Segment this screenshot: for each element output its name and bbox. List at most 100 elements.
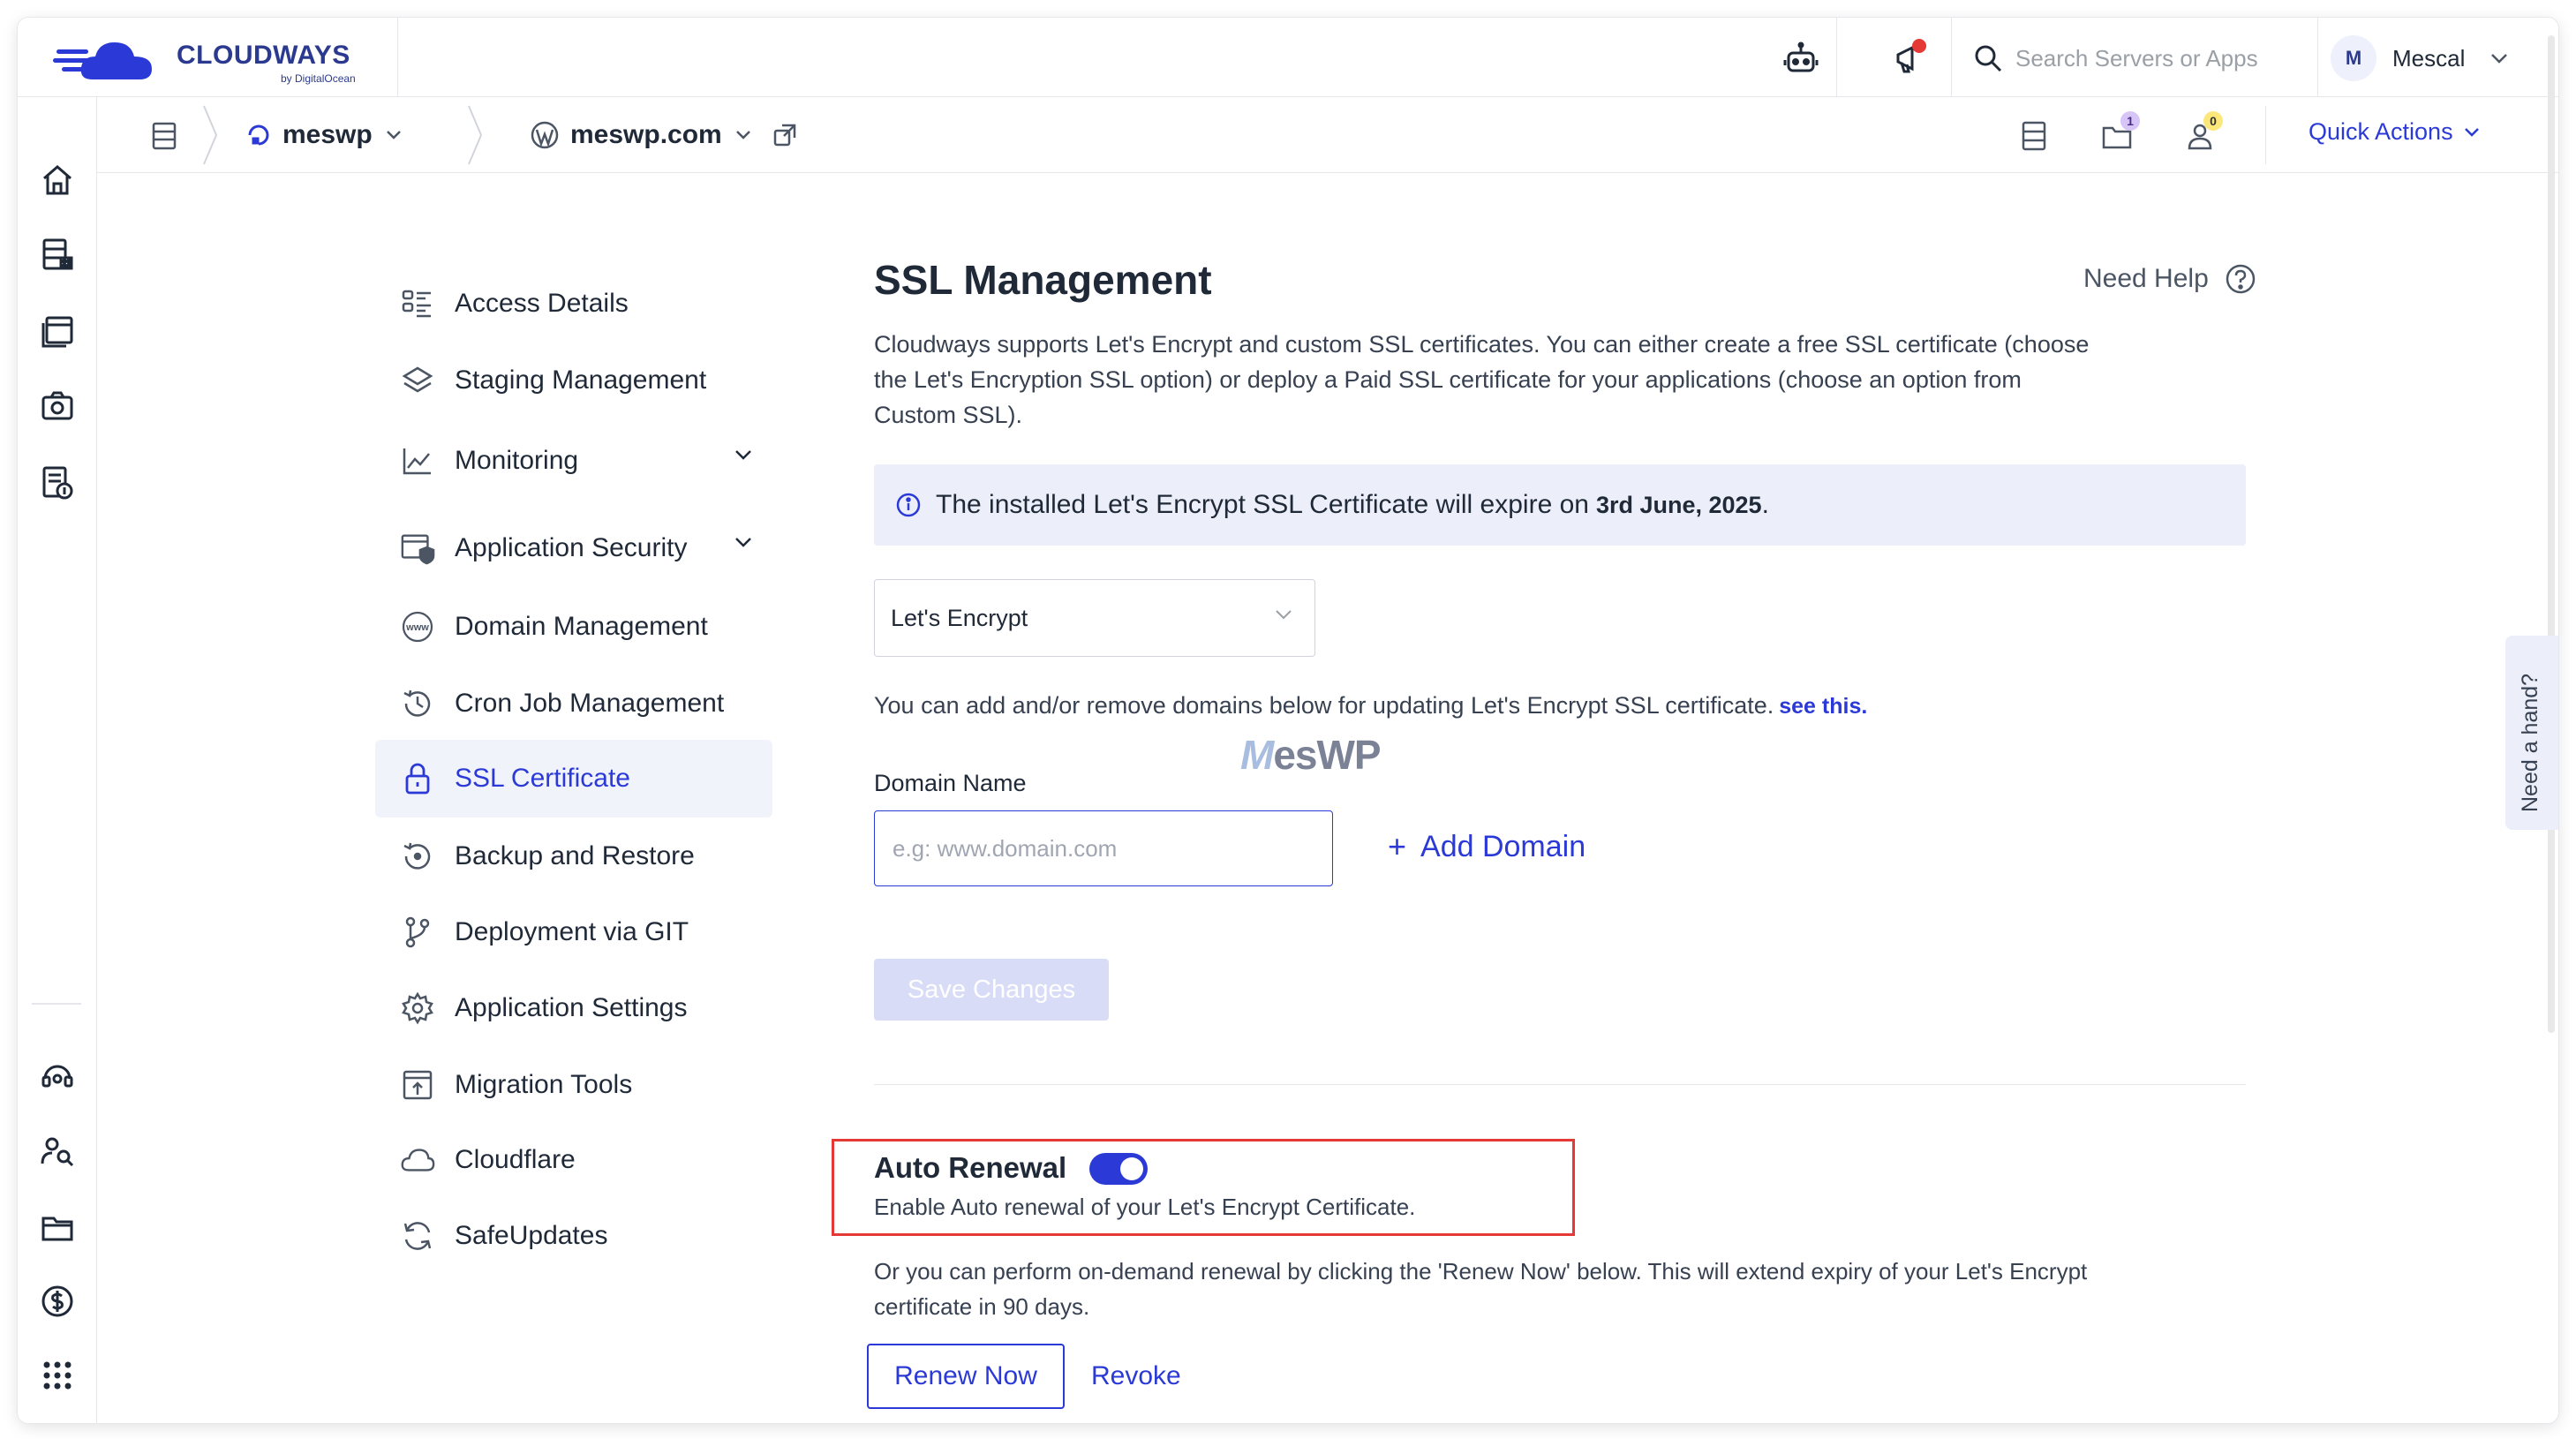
need-help-label: Need Help	[2083, 264, 2209, 293]
ssl-expiry-banner: The installed Let's Encrypt SSL Certific…	[874, 464, 2246, 546]
sidebar-item-monitoring[interactable]: Monitoring	[375, 422, 772, 500]
sidebar-item-staging-management[interactable]: Staging Management	[375, 342, 772, 419]
search-icon	[1975, 45, 2002, 72]
chevron-down-icon	[2464, 127, 2479, 137]
scrollbar[interactable]	[2548, 35, 2555, 1033]
toggle-knob	[1120, 1157, 1143, 1180]
support-icon[interactable]	[36, 1054, 79, 1096]
layers-icon	[400, 363, 435, 398]
need-a-hand-label: Need a hand?	[2518, 673, 2542, 812]
sidebar-item-migration-tools[interactable]: Migration Tools	[375, 1046, 772, 1124]
app-window: CLOUDWAYS by DigitalOcean Search Servers…	[18, 18, 2558, 1423]
intro-text: Cloudways supports Let's Encrypt and cus…	[874, 331, 2090, 428]
team-icon[interactable]	[36, 1130, 79, 1172]
nav-label: Domain Management	[455, 612, 708, 641]
watermark-m: M	[1240, 732, 1274, 778]
top-bar: CLOUDWAYS by DigitalOcean Search Servers…	[18, 18, 2558, 97]
revoke-link[interactable]: Revoke	[1091, 1361, 1181, 1391]
domain-input[interactable]	[874, 810, 1333, 886]
quick-actions-button[interactable]: Quick Actions	[2309, 118, 2480, 146]
expiry-period: .	[1761, 490, 1769, 519]
nav-label: Monitoring	[455, 446, 579, 475]
migration-icon	[400, 1067, 435, 1103]
server-name: meswp	[282, 120, 373, 149]
plus-icon: +	[1388, 828, 1407, 864]
sidebar-item-domain-management[interactable]: www Domain Management	[375, 588, 772, 666]
servers-icon[interactable]	[36, 233, 79, 275]
chevron-down-icon	[735, 538, 751, 547]
search-box[interactable]	[1973, 37, 2309, 79]
app-name: meswp.com	[570, 120, 722, 149]
users-badge: 0	[2203, 111, 2223, 131]
divider	[2317, 18, 2318, 97]
cloud-logo-icon	[53, 42, 152, 79]
server-stack-icon[interactable]	[2013, 115, 2055, 157]
sidebar-item-ssl-certificate[interactable]: SSL Certificate	[375, 740, 772, 817]
page-title: SSL Management	[874, 257, 1212, 303]
chevron-down-icon	[735, 131, 750, 139]
server-list-icon[interactable]	[143, 115, 185, 157]
folder-icon[interactable]	[36, 1206, 79, 1248]
cloudways-logo[interactable]: CLOUDWAYS by DigitalOcean	[53, 34, 388, 87]
digitalocean-icon	[248, 124, 269, 146]
sidebar-item-cloudflare[interactable]: Cloudflare	[375, 1121, 772, 1199]
shield-icon	[400, 531, 435, 566]
nav-label: Migration Tools	[455, 1070, 633, 1099]
nav-label: Application Settings	[455, 993, 688, 1022]
refresh-icon	[400, 1218, 435, 1254]
domains-note-text: You can add and/or remove domains below …	[874, 692, 1774, 719]
left-rail	[18, 97, 97, 1423]
apps-grid-icon[interactable]	[36, 1354, 79, 1397]
sidebar-item-cron-job-management[interactable]: Cron Job Management	[375, 665, 772, 742]
chevron-down-icon	[386, 131, 401, 139]
nav-label: SafeUpdates	[455, 1221, 608, 1250]
access-details-icon	[400, 286, 435, 321]
chevron-down-icon	[2491, 54, 2508, 64]
ssl-type-select[interactable]: Let's Encrypt	[874, 579, 1315, 657]
add-domain-button[interactable]: + Add Domain	[1388, 828, 1586, 865]
add-domain-label: Add Domain	[1420, 829, 1586, 863]
avatar: M	[2331, 35, 2376, 81]
need-a-hand-tab[interactable]: Need a hand?	[2505, 636, 2558, 830]
divider	[397, 18, 398, 97]
nav-label: Access Details	[455, 289, 629, 318]
announcement-icon[interactable]	[1889, 37, 1932, 79]
team-members-icon[interactable]: 0	[2179, 111, 2223, 157]
lock-icon	[400, 761, 435, 796]
need-help-link[interactable]: Need Help	[2083, 263, 2256, 295]
camera-icon[interactable]	[36, 385, 79, 427]
sidebar-item-application-security[interactable]: Application Security	[375, 509, 772, 587]
sidebar-item-access-details[interactable]: Access Details	[375, 265, 772, 343]
cloud-icon	[400, 1142, 435, 1178]
breadcrumb-app[interactable]: meswp.com	[530, 113, 798, 157]
sidebar-item-deployment-via-git[interactable]: Deployment via GIT	[375, 893, 772, 971]
help-circle-icon	[2226, 264, 2256, 294]
bot-icon[interactable]	[1780, 37, 1822, 79]
renew-note: Or you can perform on-demand renewal by …	[874, 1258, 2088, 1320]
user-menu[interactable]: M Mescal	[2331, 34, 2509, 83]
auto-renewal-toggle[interactable]	[1089, 1153, 1148, 1185]
expiry-date: 3rd June, 2025	[1595, 492, 1762, 518]
quick-actions-label: Quick Actions	[2309, 118, 2453, 145]
divider	[2265, 106, 2266, 164]
applications-icon[interactable]	[36, 309, 79, 351]
expiry-text: The installed Let's Encrypt SSL Certific…	[936, 490, 1769, 520]
chevron-down-icon	[735, 450, 751, 460]
sidebar-item-safeupdates[interactable]: SafeUpdates	[375, 1197, 772, 1275]
dollar-icon[interactable]	[36, 1280, 79, 1322]
search-input[interactable]	[2015, 44, 2307, 72]
billing-icon[interactable]	[36, 461, 79, 503]
www-globe-icon: www	[400, 609, 435, 644]
external-link-icon[interactable]	[772, 122, 798, 148]
nav-label: Backup and Restore	[455, 841, 695, 870]
info-icon	[896, 493, 921, 517]
save-changes-button[interactable]: Save Changes	[874, 959, 1109, 1021]
sidebar-item-application-settings[interactable]: Application Settings	[375, 969, 772, 1047]
renew-now-button[interactable]: Renew Now	[867, 1344, 1065, 1409]
projects-folder-icon[interactable]: 1	[2096, 111, 2140, 157]
divider	[32, 1003, 81, 1005]
home-icon[interactable]	[36, 159, 79, 201]
see-this-link[interactable]: see this.	[1779, 694, 1867, 719]
breadcrumb-server[interactable]: meswp	[245, 113, 403, 157]
sidebar-item-backup-and-restore[interactable]: Backup and Restore	[375, 817, 772, 895]
